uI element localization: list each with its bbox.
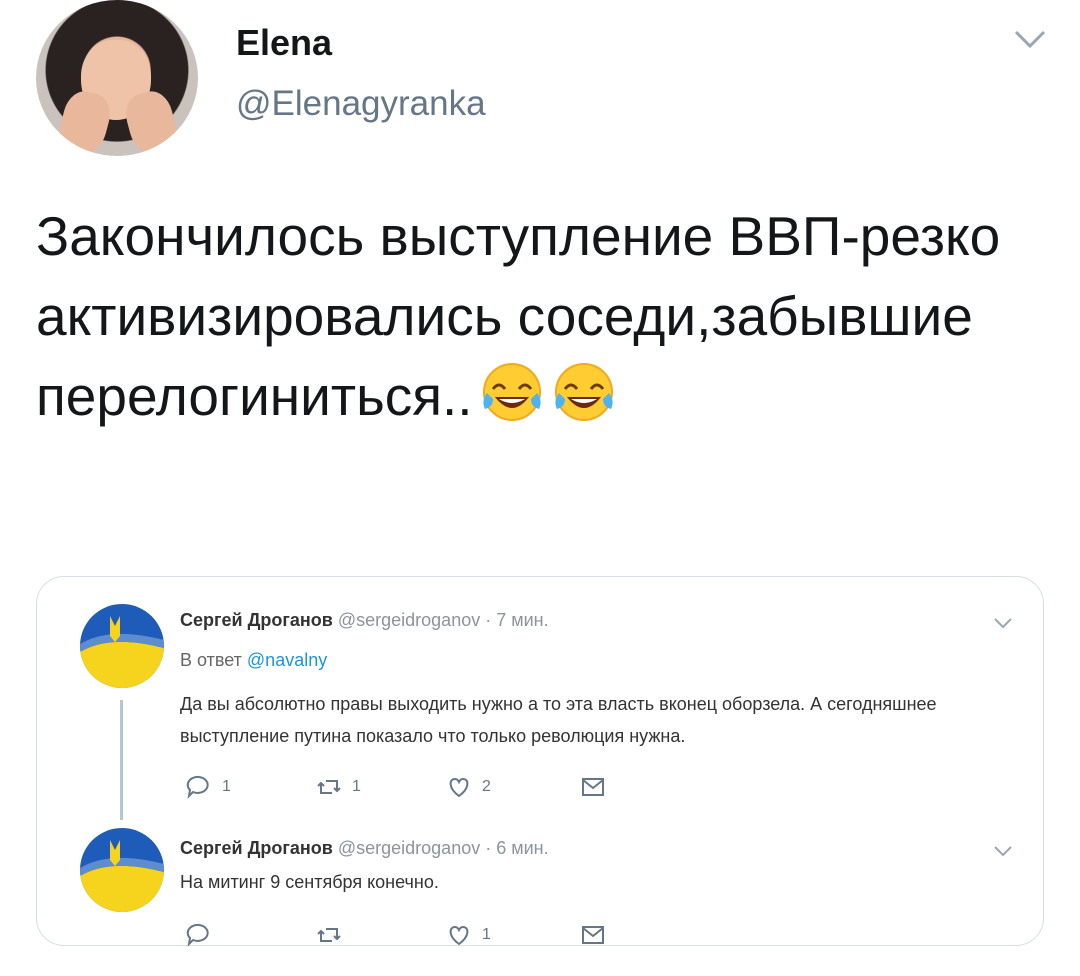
reply1-body: Да вы абсолютно правы выходить нужно а т… — [180, 694, 937, 746]
reply1-reply-to: В ответ @navalny — [180, 650, 327, 671]
tweet-text: Закончилось выступление ВВП-резко активи… — [36, 196, 1046, 436]
reply2-dm-button[interactable] — [580, 922, 606, 948]
author-handle[interactable]: @Elenagyranka — [236, 84, 486, 124]
reply1-retweet-count: 1 — [352, 778, 361, 795]
retweet-icon — [317, 780, 341, 794]
tears-of-joy-emoji-icon — [482, 363, 541, 421]
tears-of-joy-emoji-icon — [554, 363, 613, 421]
retweet-icon — [317, 928, 341, 942]
reply2-like-count: 1 — [482, 926, 491, 943]
reply2-meta: @sergeidroganov · 6 мин. — [337, 838, 549, 858]
reply1-reply-button[interactable]: 1 — [186, 774, 231, 800]
reply2-retweet-button[interactable] — [316, 922, 342, 948]
chevron-down-icon[interactable] — [1010, 24, 1050, 54]
reply2-avatar[interactable] — [80, 828, 164, 912]
chevron-down-icon[interactable] — [992, 616, 1014, 630]
heart-icon — [449, 925, 469, 946]
reply1-reply-count: 1 — [222, 778, 231, 795]
reply1-avatar[interactable] — [80, 604, 164, 688]
chevron-down-icon[interactable] — [992, 844, 1014, 858]
reply2-reply-button[interactable] — [186, 922, 212, 948]
reply-to-prefix: В ответ — [180, 650, 242, 670]
reply1-dm-button[interactable] — [580, 774, 606, 800]
reply-icon — [186, 923, 209, 947]
reply-icon — [186, 775, 209, 799]
thread-connector — [120, 700, 123, 820]
ukraine-flag-icon — [80, 828, 164, 912]
reply1-retweet-button[interactable]: 1 — [316, 774, 361, 800]
reply2-like-button[interactable]: 1 — [446, 922, 491, 948]
author-avatar[interactable] — [36, 0, 198, 156]
heart-icon — [449, 777, 469, 798]
envelope-icon — [582, 778, 604, 796]
author-name[interactable]: Elena — [236, 22, 332, 64]
reply2-header: Сергей Дроганов @sergeidroganov · 6 мин. — [180, 838, 549, 859]
reply2-name[interactable]: Сергей Дроганов — [180, 838, 333, 858]
ukraine-flag-icon — [80, 604, 164, 688]
reply2-body: На митинг 9 сентября конечно. — [180, 872, 439, 892]
reply1-header: Сергей Дроганов @sergeidroganov · 7 мин. — [180, 610, 549, 631]
reply-to-handle[interactable]: @navalny — [247, 650, 327, 670]
reply1-meta: @sergeidroganov · 7 мин. — [337, 610, 549, 630]
envelope-icon — [582, 926, 604, 944]
reply1-like-button[interactable]: 2 — [446, 774, 491, 800]
reply1-like-count: 2 — [482, 778, 491, 795]
reply1-name[interactable]: Сергей Дроганов — [180, 610, 333, 630]
